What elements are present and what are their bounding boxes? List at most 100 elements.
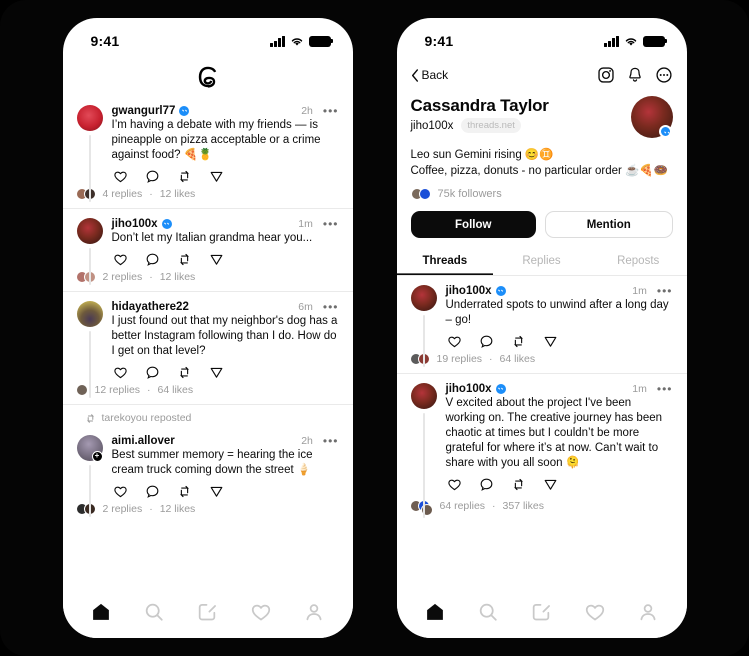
post-menu-button[interactable]: •••	[317, 301, 339, 313]
feed-post[interactable]: hidayathere22 6m ••• I just found out th…	[62, 292, 353, 405]
feed-post[interactable]: gwangurl77 2h ••• I’m having a debate wi…	[62, 96, 353, 209]
post-actions[interactable]	[112, 478, 339, 501]
post-actions[interactable]	[446, 328, 673, 351]
post-likes-count[interactable]: 64 likes	[500, 353, 536, 365]
repost-icon[interactable]	[511, 477, 526, 492]
activity-heart-icon[interactable]	[250, 601, 272, 623]
avatar[interactable]	[410, 383, 437, 409]
share-icon[interactable]	[543, 477, 558, 492]
post-username[interactable]: hidayathere22	[112, 301, 189, 313]
share-icon[interactable]	[209, 252, 224, 267]
avatar[interactable]	[76, 105, 103, 131]
feed-post[interactable]: jiho100x 1m ••• Don’t let my Italian gra…	[62, 209, 353, 292]
thread-post[interactable]: jiho100x 1m ••• V excited about the proj…	[397, 374, 687, 524]
tab-threads[interactable]: Threads	[397, 249, 494, 275]
search-icon[interactable]	[143, 601, 165, 623]
followers-row[interactable]: 75k followers	[410, 188, 673, 200]
follow-plus-badge[interactable]: +	[91, 451, 103, 462]
post-menu-button[interactable]: •••	[317, 105, 339, 117]
avatar[interactable]	[410, 285, 437, 311]
post-likes-count[interactable]: 12 likes	[160, 503, 196, 515]
avatar-column	[76, 105, 103, 202]
stat-separator: ·	[489, 353, 493, 365]
avatar[interactable]	[76, 218, 103, 244]
profile-tabs[interactable]: Threads Replies Reposts	[396, 249, 687, 276]
post-replies-count[interactable]: 2 replies	[103, 271, 143, 283]
reply-icon[interactable]	[145, 365, 160, 380]
follower-avatar-stack	[410, 188, 431, 200]
post-username[interactable]: gwangurl77	[112, 105, 176, 117]
share-icon[interactable]	[209, 169, 224, 184]
post-actions[interactable]	[112, 246, 339, 269]
follow-button[interactable]: Follow	[410, 211, 536, 238]
compose-icon[interactable]	[196, 601, 218, 623]
like-icon[interactable]	[113, 365, 128, 380]
tab-reposts[interactable]: Reposts	[590, 249, 687, 275]
profile-threads-list[interactable]: jiho100x 1m ••• Underrated spots to unwi…	[396, 276, 687, 592]
profile-icon[interactable]	[637, 601, 659, 623]
post-replies-count[interactable]: 19 replies	[437, 353, 483, 365]
nav-icon-group[interactable]	[597, 66, 673, 84]
threads-domain-pill[interactable]: threads.net	[461, 118, 521, 133]
profile-icon[interactable]	[303, 601, 325, 623]
share-icon[interactable]	[209, 484, 224, 499]
post-likes-count[interactable]: 357 likes	[503, 500, 544, 512]
post-username[interactable]: jiho100x	[446, 285, 492, 297]
activity-heart-icon[interactable]	[584, 601, 606, 623]
reply-icon[interactable]	[145, 484, 160, 499]
repost-header: tarekoyou reposted	[63, 405, 353, 426]
search-icon[interactable]	[477, 601, 499, 623]
post-username[interactable]: jiho100x	[446, 383, 492, 395]
bell-icon[interactable]	[626, 66, 644, 84]
post-menu-button[interactable]: •••	[317, 435, 339, 447]
share-icon[interactable]	[543, 334, 558, 349]
repost-icon[interactable]	[511, 334, 526, 349]
post-replies-count[interactable]: 64 replies	[440, 500, 486, 512]
post-actions[interactable]	[446, 471, 673, 494]
repost-icon[interactable]	[177, 484, 192, 499]
more-circle-icon[interactable]	[655, 66, 673, 84]
bottom-tab-bar[interactable]	[62, 592, 353, 638]
like-icon[interactable]	[113, 169, 128, 184]
reply-icon[interactable]	[479, 334, 494, 349]
home-icon[interactable]	[90, 601, 112, 623]
like-icon[interactable]	[113, 484, 128, 499]
reply-icon[interactable]	[145, 252, 160, 267]
like-icon[interactable]	[447, 334, 462, 349]
compose-icon[interactable]	[530, 601, 552, 623]
mention-button[interactable]: Mention	[545, 211, 673, 238]
tab-replies[interactable]: Replies	[493, 249, 590, 275]
instagram-icon[interactable]	[597, 66, 615, 84]
follower-count[interactable]: 75k followers	[438, 188, 502, 200]
post-menu-button[interactable]: •••	[651, 285, 673, 297]
reply-icon[interactable]	[145, 169, 160, 184]
post-likes-count[interactable]: 64 likes	[158, 384, 194, 396]
repost-icon[interactable]	[177, 252, 192, 267]
avatar[interactable]	[76, 301, 103, 327]
post-likes-count[interactable]: 12 likes	[160, 188, 196, 200]
feed-post[interactable]: + aimi.allover 2h ••• Best summer memory…	[63, 426, 353, 523]
share-icon[interactable]	[209, 365, 224, 380]
reply-icon[interactable]	[479, 477, 494, 492]
home-icon[interactable]	[424, 601, 446, 623]
like-icon[interactable]	[447, 477, 462, 492]
post-username[interactable]: jiho100x	[112, 218, 158, 230]
repost-icon[interactable]	[177, 169, 192, 184]
bottom-tab-bar[interactable]	[396, 592, 687, 638]
post-likes-count[interactable]: 12 likes	[160, 271, 196, 283]
post-replies-count[interactable]: 4 replies	[103, 188, 143, 200]
post-menu-button[interactable]: •••	[651, 383, 673, 395]
back-button[interactable]: Back	[411, 68, 448, 82]
post-replies-count[interactable]: 2 replies	[103, 503, 143, 515]
post-actions[interactable]	[112, 359, 339, 382]
post-actions[interactable]	[112, 163, 339, 186]
thread-post[interactable]: jiho100x 1m ••• Underrated spots to unwi…	[396, 276, 687, 374]
like-icon[interactable]	[113, 252, 128, 267]
profile-action-buttons[interactable]: Follow Mention	[397, 200, 687, 238]
feed-list[interactable]: gwangurl77 2h ••• I’m having a debate wi…	[62, 96, 353, 592]
post-menu-button[interactable]: •••	[317, 218, 339, 230]
profile-avatar[interactable]	[630, 96, 673, 138]
repost-icon[interactable]	[177, 365, 192, 380]
stat-separator: ·	[149, 271, 153, 283]
post-username[interactable]: aimi.allover	[112, 435, 175, 447]
